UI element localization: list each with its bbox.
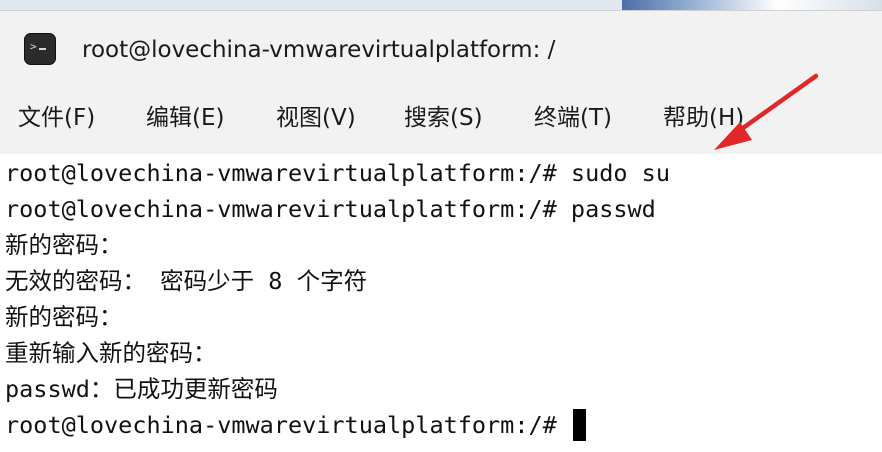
terminal-line: root@lovechina-vmwarevirtualplatform:/# … (5, 159, 670, 187)
terminal-prompt: root@lovechina-vmwarevirtualplatform:/# (5, 411, 571, 439)
desktop-wallpaper-fragment (622, 0, 882, 10)
window-titlebar[interactable]: > root@lovechina-vmwarevirtualplatform: … (0, 10, 882, 89)
menu-bar: 文件(F) 编辑(E) 视图(V) 搜索(S) 终端(T) 帮助(H) (0, 88, 882, 154)
menu-search[interactable]: 搜索(S) (404, 101, 483, 135)
terminal-line: 重新输入新的密码： (5, 339, 217, 367)
menu-help[interactable]: 帮助(H) (663, 101, 744, 135)
terminal-line: 新的密码： (5, 303, 123, 331)
window-title: root@lovechina-vmwarevirtualplatform: / (82, 37, 556, 63)
terminal-icon: > (24, 33, 56, 65)
terminal-line: 无效的密码： 密码少于 8 个字符 (5, 267, 368, 295)
terminal-line: passwd：已成功更新密码 (5, 375, 278, 403)
menu-edit[interactable]: 编辑(E) (146, 101, 224, 135)
terminal-line: root@lovechina-vmwarevirtualplatform:/# … (5, 195, 656, 223)
terminal-prompt-line: root@lovechina-vmwarevirtualplatform:/# (5, 407, 586, 443)
desktop-strip (0, 0, 882, 10)
terminal-output[interactable]: root@lovechina-vmwarevirtualplatform:/# … (0, 154, 882, 452)
terminal-line: 新的密码： (5, 231, 123, 259)
menu-file[interactable]: 文件(F) (18, 101, 95, 135)
menu-view[interactable]: 视图(V) (276, 101, 356, 135)
menu-terminal[interactable]: 终端(T) (534, 101, 612, 135)
text-cursor (572, 408, 586, 441)
